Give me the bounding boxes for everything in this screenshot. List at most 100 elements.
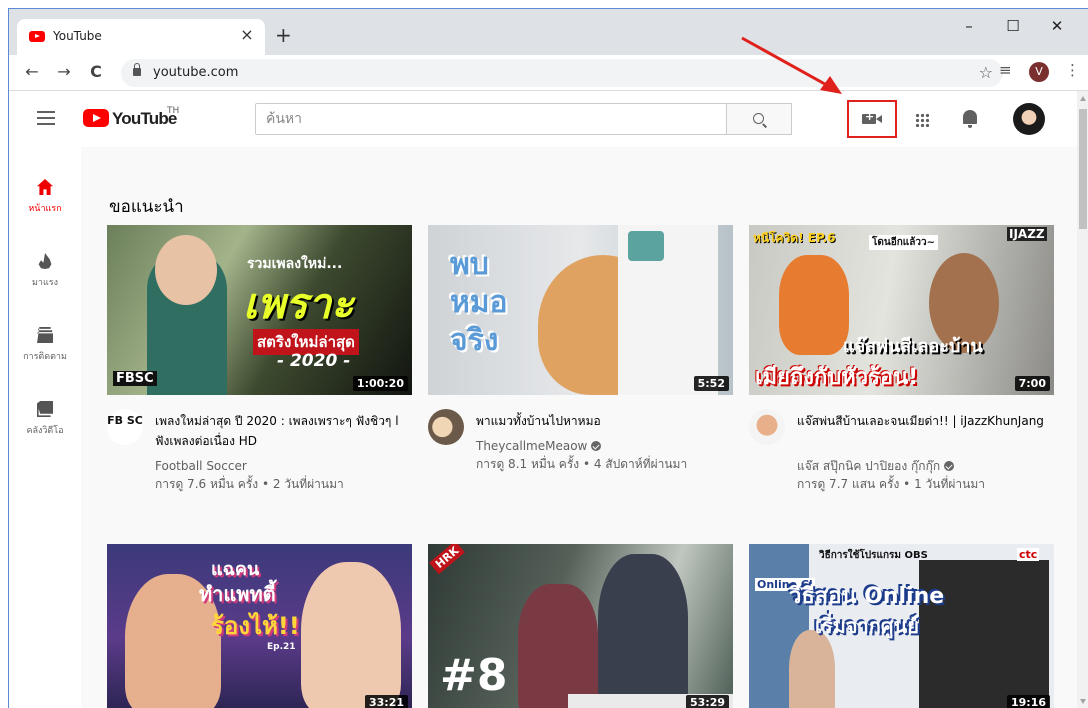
video-duration: 7:00 [1014, 376, 1050, 391]
back-button[interactable]: ← [21, 61, 43, 83]
sidebar-item-label: มาแรง [31, 278, 58, 288]
sidebar-item-trending[interactable]: มาแรง [9, 235, 81, 309]
video-title[interactable]: เพลงใหม่ล่าสุด ปี 2020 : เพลงเพราะๆ ฟังช… [155, 411, 405, 451]
browser-toolbar: ← → C youtube.com ☆ ≡ V ⋮ [9, 55, 1088, 91]
home-icon [37, 179, 53, 195]
channel-avatar[interactable]: FB SC [107, 409, 143, 445]
video-thumbnail[interactable]: แฉคน ทำแพทตี้ ร้องไห้!! Ep.21 33:21 [107, 544, 412, 708]
new-tab-button[interactable]: + [275, 23, 292, 47]
scroll-up-arrow-icon[interactable] [1080, 96, 1086, 101]
character-left [518, 584, 598, 708]
apps-grid-icon[interactable] [915, 113, 929, 127]
thumb-ep: Ep.21 [267, 642, 296, 652]
youtube-play-icon [83, 109, 109, 127]
thumb-brand: IJAZZ [1007, 227, 1047, 241]
channel-name[interactable]: TheycallmeMeaow [476, 437, 602, 455]
sidebar-item-label: หน้าแรก [28, 204, 62, 214]
video-duration: 53:29 [685, 695, 729, 708]
thumb-text-line: ร้องไห้!! [211, 612, 300, 640]
forward-button[interactable]: → [53, 61, 75, 83]
url-text: youtube.com [153, 65, 239, 80]
sidebar-item-home[interactable]: หน้าแรก [9, 161, 81, 235]
channel-avatar[interactable] [749, 409, 785, 445]
hamburger-menu-icon[interactable] [37, 111, 55, 125]
tab-strip: YouTube × + – ☐ ✕ [9, 9, 1088, 55]
scroll-thumb[interactable] [1079, 109, 1087, 229]
browser-profile-avatar[interactable]: V [1029, 62, 1049, 82]
video-stats: การดู 7.7 แสน ครั้ง • 1 วันที่ผ่านมา [797, 477, 985, 491]
tab-close-button[interactable]: × [237, 25, 257, 44]
video-thumbnail[interactable]: HRK #8 53:29 [428, 544, 733, 708]
thumb-badge: HRK [429, 544, 466, 575]
sidebar-item-label: การติดตาม [23, 352, 67, 362]
video-stats: การดู 7.6 หมื่น ครั้ง • 2 วันที่ผ่านมา [155, 477, 344, 491]
video-thumbnail[interactable]: รวมเพลงใหม่... เพราะ สตริงใหม่ล่าสุด - 2… [107, 225, 412, 395]
tab-youtube[interactable]: YouTube × [17, 19, 265, 55]
thumb-text-line1: วิธีสอน Online [789, 584, 945, 609]
channel-name-text: TheycallmeMeaow [476, 439, 588, 453]
verified-icon [944, 461, 955, 471]
thumb-text-line2: เมียถึงกับหัวร้อน! [755, 365, 919, 390]
person-face [155, 235, 217, 305]
sidebar-item-subscriptions[interactable]: การติดตาม [9, 309, 81, 383]
maximize-button[interactable]: ☐ [991, 11, 1035, 41]
video-camera-add-icon [862, 110, 882, 124]
sidebar: หน้าแรก มาแรง การติดตาม คลังวิดีโอ [9, 147, 81, 708]
account-avatar[interactable] [1013, 103, 1045, 135]
video-duration: 19:16 [1006, 695, 1050, 708]
reload-button[interactable]: C [85, 61, 107, 83]
woman-figure [301, 562, 401, 708]
thumb-number: #8 [440, 650, 508, 701]
channel-name-text: แจ๊ส สปุ๊กนิค ปาปิยอง กุ๊กกุ๊ก [797, 459, 941, 473]
video-duration: 33:21 [364, 695, 408, 708]
thumb-text-line: จริง [450, 323, 499, 358]
minimize-button[interactable]: – [947, 11, 991, 41]
search-button[interactable] [727, 103, 792, 135]
mask [628, 231, 664, 261]
close-window-button[interactable]: ✕ [1035, 11, 1079, 41]
sidebar-item-label: คลังวิดีโอ [26, 426, 64, 436]
channel-name[interactable]: แจ๊ส สปุ๊กนิค ปาปิยอง กุ๊กกุ๊ก [797, 457, 955, 475]
browser-menu-icon[interactable]: ⋮ [1065, 61, 1080, 79]
address-bar[interactable]: youtube.com ☆ [121, 59, 1003, 87]
bookmark-star-icon[interactable]: ☆ [979, 63, 993, 82]
youtube-favicon-icon [29, 31, 45, 42]
video-title[interactable]: พาแมวทั้งบ้านไปหาหมอ [476, 411, 726, 431]
subscriptions-icon [37, 327, 53, 343]
region-code: TH [167, 106, 180, 116]
tab-title: YouTube [53, 29, 102, 43]
thumb-text-top: หนีโควิด! EP.6 [753, 231, 836, 245]
browser-window: YouTube × + – ☐ ✕ ← → C youtube.com ☆ ≡ … [8, 8, 1088, 708]
video-thumbnail[interactable]: วิธีการใช้โปรแกรม OBS ctc Online Cl วิธี… [749, 544, 1054, 708]
sidebar-item-library[interactable]: คลังวิดีโอ [9, 383, 81, 457]
verified-icon [591, 441, 602, 451]
notifications-bell-icon[interactable] [963, 110, 977, 128]
channel-name[interactable]: Football Soccer [155, 457, 247, 475]
video-thumbnail[interactable]: หนีโควิด! EP.6 โดนอีกแล้วว~ IJAZZ แจ๊สพ่… [749, 225, 1054, 395]
trending-icon [38, 253, 52, 269]
thumb-logo: ctc [1017, 548, 1040, 561]
thumb-brand: FBSC [113, 371, 157, 386]
video-duration: 1:00:20 [352, 376, 408, 391]
scroll-down-arrow-icon[interactable] [1080, 699, 1086, 704]
thumb-header: วิธีการใช้โปรแกรม OBS [819, 550, 928, 561]
library-icon [37, 401, 53, 417]
thumb-text-big: เพราะ [243, 279, 354, 328]
woman-figure [779, 255, 849, 355]
search-input[interactable]: ค้นหา [255, 103, 727, 135]
video-thumbnail[interactable]: พบ หมอ จริง 5:52 [428, 225, 733, 395]
thumb-text-line2: เริ่มจากศูนย์ [815, 614, 919, 638]
character-right [598, 554, 688, 708]
page-scrollbar[interactable] [1077, 91, 1088, 708]
video-duration: 5:52 [693, 376, 729, 391]
create-video-button[interactable] [847, 100, 897, 138]
video-stats: การดู 8.1 หมื่น ครั้ง • 4 สัปดาห์ที่ผ่าน… [476, 457, 688, 471]
main-content: ขอแนะนำ รวมเพลงใหม่... เพราะ สตริงใหม่ล่… [81, 147, 1077, 708]
video-title[interactable]: แจ๊สพ่นสีบ้านเลอะจนเมียด่า!! | iJazzKhun… [797, 411, 1047, 431]
search-icon [753, 113, 764, 124]
youtube-header: YouTube TH ค้นหา [9, 91, 1077, 147]
channel-avatar[interactable] [428, 409, 464, 445]
thumb-bubble: โดนอีกแล้วว~ [869, 235, 938, 250]
lock-icon [133, 63, 141, 76]
media-control-icon[interactable]: ≡ [999, 61, 1012, 79]
